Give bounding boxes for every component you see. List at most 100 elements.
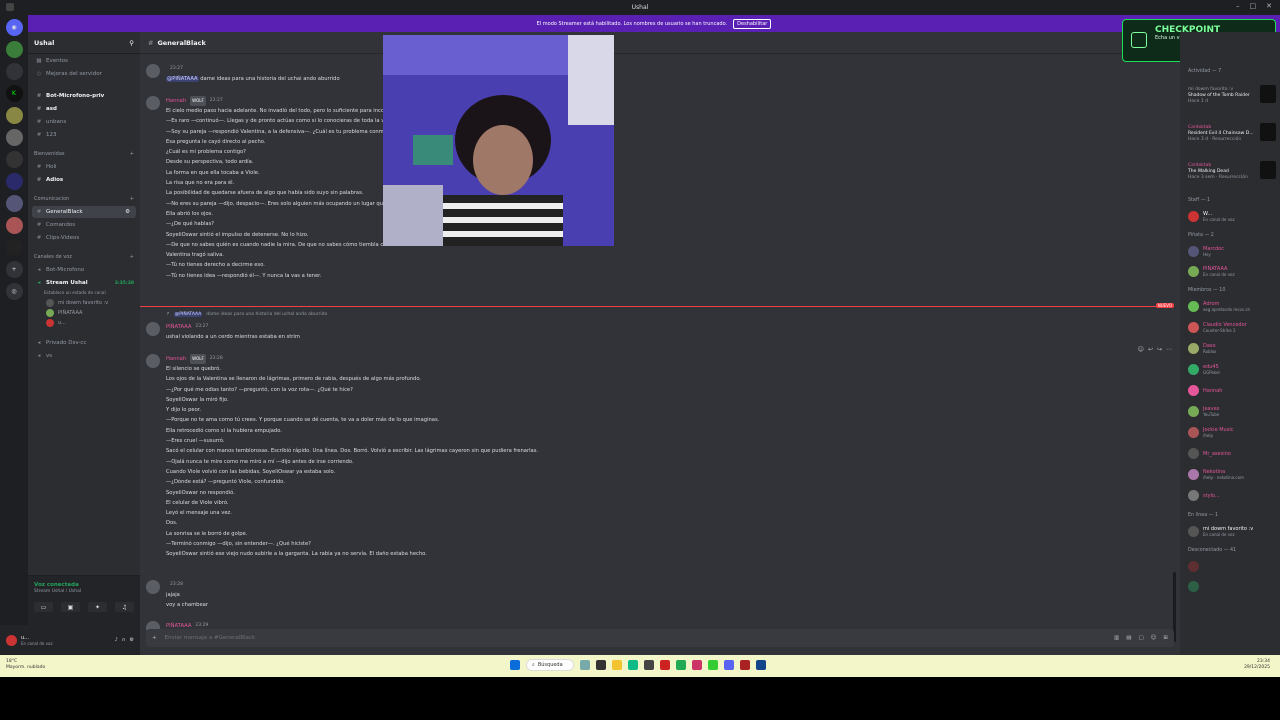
app-icon[interactable]: [740, 660, 750, 670]
add-server-icon[interactable]: +: [5, 261, 23, 278]
voice-status-title[interactable]: Voz conectada: [34, 582, 134, 588]
member-item[interactable]: Marcdoc Hey: [1188, 241, 1280, 261]
server-icon[interactable]: K: [5, 85, 23, 102]
explore-icon[interactable]: ◎: [5, 283, 23, 300]
app-icon[interactable]: [660, 660, 670, 670]
avatar[interactable]: [146, 96, 160, 110]
server-icon[interactable]: [5, 173, 23, 190]
boosts-item[interactable]: ◇ Mejoras del servidor: [28, 68, 140, 80]
server-icon[interactable]: [5, 239, 23, 256]
add-channel-icon[interactable]: +: [130, 254, 134, 260]
member-item[interactable]: Adrom xeg apretando recos.sh: [1188, 296, 1280, 317]
avatar[interactable]: [146, 64, 160, 78]
member-item[interactable]: stylo...: [1188, 485, 1280, 506]
channel-item[interactable]: # Adios: [28, 174, 140, 186]
add-channel-icon[interactable]: +: [130, 196, 134, 202]
minimize-icon[interactable]: –: [1236, 2, 1240, 10]
gift-icon[interactable]: ▥: [1114, 635, 1119, 641]
voice-channel-item[interactable]: ◂ Stream Ushal 3:35:38: [28, 277, 140, 289]
mention[interactable]: @PIÑATAAA: [166, 76, 199, 82]
server-icon[interactable]: [5, 129, 23, 146]
author-name[interactable]: Hannah: [166, 96, 186, 106]
windows-start-icon[interactable]: [510, 660, 520, 670]
disable-streamer-button[interactable]: Deshabilitar: [733, 18, 772, 29]
activities-icon[interactable]: ✦: [88, 602, 107, 612]
member-item[interactable]: Hannah: [1188, 380, 1280, 401]
category-header[interactable]: Canales de voz +: [28, 250, 140, 263]
app-icon[interactable]: [692, 660, 702, 670]
activity-card[interactable]: Cardoktab The Walking Dead Hace 3 sem · Re…: [1188, 153, 1280, 191]
channel-item[interactable]: #123: [28, 129, 140, 141]
settings-icon[interactable]: ⚙: [130, 637, 134, 643]
voice-user[interactable]: PIÑATAAA: [28, 308, 140, 318]
widgets-icon[interactable]: [580, 660, 590, 670]
channel-item[interactable]: # unbans: [28, 116, 140, 128]
activity-card[interactable]: Cardoktab Resident Evil 4 Chainsaw D... Ha…: [1188, 115, 1280, 153]
add-channel-icon[interactable]: +: [130, 151, 134, 157]
taskbar-search[interactable]: ⌕ Búsqueda: [526, 659, 574, 671]
server-icon[interactable]: [5, 107, 23, 124]
avatar[interactable]: [146, 354, 160, 368]
message-input[interactable]: + Enviar mensaje a #GeneralBlack ▥ ▤ ▢ ☺…: [146, 629, 1174, 647]
react-icon[interactable]: ☺: [1138, 346, 1144, 353]
events-item[interactable]: ▦ Eventos: [28, 55, 140, 67]
member-item[interactable]: PIÑATAAA En canal de voz: [1188, 261, 1280, 281]
forward-icon[interactable]: ↪: [1157, 346, 1162, 353]
member-item[interactable]: [1188, 576, 1280, 596]
reply-preview[interactable]: ↱ @PIÑATAAA dame ideas para una historia…: [166, 312, 327, 317]
server-header[interactable]: Ushal ⚲: [28, 32, 140, 54]
member-item[interactable]: edu45 GGPoker: [1188, 359, 1280, 380]
voice-channel-item[interactable]: ◂ vs: [28, 350, 140, 362]
channel-status[interactable]: Establece un estado de canal: [28, 290, 140, 298]
discord-home-icon[interactable]: ◉: [5, 19, 23, 36]
emoji-icon[interactable]: ☺: [1151, 635, 1157, 641]
message[interactable]: 23:28 jajaja voy a chambear: [146, 580, 626, 611]
channel-item[interactable]: # Bot-Microfono-priv: [28, 90, 140, 102]
member-item[interactable]: mi dowm favorito :v En canal de voz: [1188, 521, 1280, 541]
camera-icon[interactable]: ▭: [34, 602, 53, 612]
channel-item[interactable]: # Comandos: [28, 219, 140, 231]
headphones-icon[interactable]: ∩: [122, 637, 126, 643]
activity-card[interactable]: mi dowm favorito :v Shadow of the Tomb Ra…: [1188, 77, 1280, 115]
category-header[interactable]: Comunicacion +: [28, 192, 140, 205]
discord-icon[interactable]: [724, 660, 734, 670]
reply-icon[interactable]: ↩: [1148, 346, 1153, 353]
member-item[interactable]: Jockie Music/help: [1188, 422, 1280, 443]
weather-widget[interactable]: 18°C Mayorm. nublado: [6, 659, 45, 671]
category-header[interactable]: Bienvenidas +: [28, 147, 140, 160]
server-icon[interactable]: [5, 195, 23, 212]
channel-item[interactable]: # asd: [28, 103, 140, 115]
maximize-icon[interactable]: □: [1250, 2, 1257, 10]
voice-user[interactable]: u...: [28, 318, 140, 328]
member-item[interactable]: Claudio Vencedor Counter-Strike 2: [1188, 317, 1280, 338]
message[interactable]: Hannah WOLF 23:28 El silencio se quebró. Lo…: [146, 354, 766, 560]
edge-icon[interactable]: [628, 660, 638, 670]
mention[interactable]: @PIÑATAAA: [173, 312, 203, 317]
author-name[interactable]: Hannah: [166, 354, 186, 364]
more-icon[interactable]: ⋯: [1166, 346, 1172, 353]
chrome-icon[interactable]: [676, 660, 686, 670]
server-icon[interactable]: [5, 151, 23, 168]
apps-icon[interactable]: ⊞: [1163, 635, 1168, 641]
gif-icon[interactable]: ▤: [1126, 635, 1131, 641]
channel-item[interactable]: # Clips-Videos: [28, 232, 140, 244]
file-explorer-icon[interactable]: [612, 660, 622, 670]
server-icon[interactable]: [5, 41, 23, 58]
member-item[interactable]: Nekotina/help · nekotina.com: [1188, 464, 1280, 485]
system-clock[interactable]: 23:34 29/12/2025: [1244, 659, 1270, 671]
steam-icon[interactable]: [756, 660, 766, 670]
channel-item[interactable]: # Holi: [28, 161, 140, 173]
attach-icon[interactable]: +: [152, 635, 157, 641]
member-item[interactable]: [1188, 556, 1280, 576]
task-view-icon[interactable]: [596, 660, 606, 670]
member-item[interactable]: W... En canal de voz: [1188, 206, 1280, 226]
voice-channel-item[interactable]: ◂ Bot-Microfono: [28, 264, 140, 276]
mic-icon[interactable]: ♪: [115, 637, 118, 643]
server-icon[interactable]: [5, 217, 23, 234]
sticker-icon[interactable]: ▢: [1138, 635, 1143, 641]
avatar[interactable]: [6, 634, 17, 646]
author-name[interactable]: PIÑATAAA: [166, 322, 191, 332]
screen-share-icon[interactable]: ▣: [61, 602, 80, 612]
app-icon[interactable]: [644, 660, 654, 670]
voice-channel-item[interactable]: ◂ Privado Dsv-cc: [28, 337, 140, 349]
